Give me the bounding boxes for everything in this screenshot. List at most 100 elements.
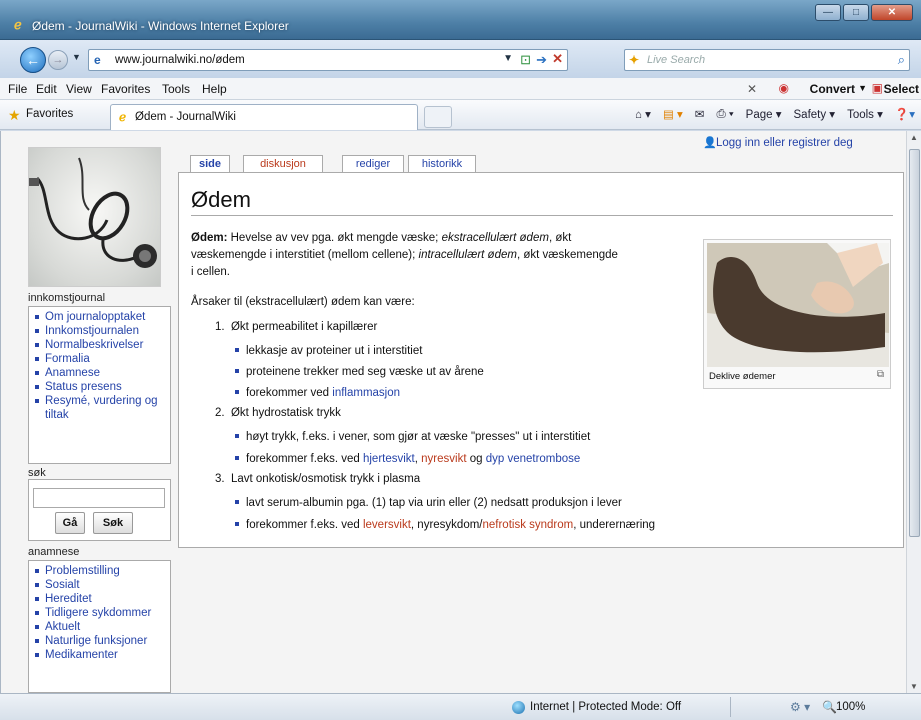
- home-icon[interactable]: ⌂ ▾: [635, 107, 651, 121]
- tab-diskusjon[interactable]: diskusjon: [243, 155, 323, 173]
- close-toolbar-icon[interactable]: ✕: [747, 82, 757, 96]
- cause-3-post: , underernæring: [573, 519, 656, 531]
- favorites-star-icon[interactable]: ★: [8, 107, 21, 124]
- safety-menu[interactable]: Safety ▾: [794, 107, 836, 121]
- edema-photo[interactable]: [707, 243, 889, 367]
- menu-tools[interactable]: Tools: [162, 82, 190, 96]
- go-button[interactable]: Gå: [55, 512, 85, 534]
- sidebar-item-tidligere-sykdommer[interactable]: Tidligere sykdommer: [35, 606, 170, 620]
- sidebar-portlet-anamnese: Problemstilling Sosialt Hereditet Tidlig…: [28, 560, 171, 693]
- zoom-level[interactable]: 100%: [836, 701, 865, 713]
- cause-3-text: Lavt onkotisk/osmotisk trykk i plasma: [230, 473, 421, 485]
- sidebar-item-resyme[interactable]: Resymé, vurdering og tiltak: [35, 394, 170, 422]
- command-bar: ⌂ ▾ ▤ ▾ ✉ ⎙ ▾ Page ▾ Safety ▾ Tools ▾ ❓▾: [635, 107, 915, 122]
- search-placeholder[interactable]: Live Search: [647, 54, 705, 66]
- feeds-icon[interactable]: ▤ ▾: [663, 107, 683, 121]
- sidebar-item-aktuelt[interactable]: Aktuelt: [35, 620, 170, 634]
- print-icon[interactable]: ⎙ ▾: [716, 108, 733, 121]
- cause-1-text: Økt permeabilitet i kapillærer: [230, 321, 378, 333]
- search-portlet: Gå Søk: [28, 479, 171, 541]
- address-bar[interactable]: e www.journalwiki.no/ødem ▼ ⊡ ➔ ✕: [88, 49, 568, 71]
- live-search-box[interactable]: ✦ Live Search ⌕: [624, 49, 910, 71]
- causes-intro: Årsaker til (ekstracellulært) ødem kan v…: [191, 296, 415, 308]
- new-tab-button[interactable]: [424, 106, 452, 128]
- forward-button[interactable]: →: [48, 50, 68, 70]
- menu-file[interactable]: File: [8, 82, 27, 96]
- back-button[interactable]: ←: [20, 47, 46, 73]
- address-url[interactable]: www.journalwiki.no/ødem: [115, 54, 245, 66]
- menu-edit[interactable]: Edit: [36, 82, 57, 96]
- login-link[interactable]: Logg inn eller registrer deg: [716, 137, 853, 149]
- link-inflammasjon[interactable]: inflammasjon: [332, 387, 400, 399]
- refresh-icon[interactable]: ➔: [536, 52, 547, 68]
- menu-help[interactable]: Help: [202, 82, 227, 96]
- minimize-button[interactable]: —: [815, 4, 841, 21]
- address-dropdown-icon[interactable]: ▼: [503, 53, 513, 64]
- convert-button[interactable]: Convert: [810, 82, 855, 96]
- maximize-button[interactable]: □: [843, 4, 869, 21]
- scrollbar-thumb[interactable]: [909, 149, 920, 537]
- cause-1-bullet-1-text: lekkasje av proteiner ut i interstitiet: [246, 345, 423, 357]
- sidebar-item-om-journalopptaket[interactable]: Om journalopptaket: [35, 310, 170, 324]
- protected-mode-icon[interactable]: ⚙ ▾: [790, 700, 810, 714]
- enlarge-icon[interactable]: ⧉: [877, 369, 884, 380]
- scroll-down-icon[interactable]: ▼: [910, 682, 918, 691]
- tab-historikk[interactable]: historikk: [408, 155, 476, 173]
- sidebar-item-normalbeskrivelser[interactable]: Normalbeskrivelser: [35, 338, 170, 352]
- security-zone[interactable]: Internet | Protected Mode: Off: [530, 701, 681, 713]
- sidebar-item-formalia[interactable]: Formalia: [35, 352, 170, 366]
- cause-3-bullet-2-text: forekommer f.eks. ved: [246, 519, 363, 531]
- convert-dropdown-icon[interactable]: ▼: [858, 83, 867, 93]
- sidebar-item-status-presens[interactable]: Status presens: [35, 380, 170, 394]
- link-nyresvikt[interactable]: nyresvikt: [421, 453, 466, 465]
- tab-title[interactable]: Ødem - JournalWiki: [135, 111, 236, 123]
- zoom-icon[interactable]: 🔍: [822, 700, 837, 714]
- stethoscope-icon: [29, 157, 157, 268]
- close-button[interactable]: ✕: [871, 4, 913, 21]
- browser-tab[interactable]: ℯ Ødem - JournalWiki: [110, 104, 418, 130]
- user-icon: 👤: [703, 137, 717, 149]
- cause-2-text: Økt hydrostatisk trykk: [230, 407, 341, 419]
- page-menu[interactable]: Page ▾: [746, 107, 782, 121]
- menu-bar: File Edit View Favorites Tools Help ✕ ◉ …: [0, 78, 921, 100]
- scroll-up-icon[interactable]: ▲: [910, 133, 918, 142]
- favorites-button[interactable]: Favorites: [26, 108, 73, 120]
- compatibility-icon[interactable]: ⊡: [520, 52, 531, 68]
- help-icon[interactable]: ❓▾: [895, 107, 915, 121]
- menu-favorites[interactable]: Favorites: [101, 82, 150, 96]
- tab-favicon-icon: ℯ: [119, 110, 127, 124]
- sidebar-item-medikamenter[interactable]: Medikamenter: [35, 648, 170, 662]
- cause-1-bullet-1: lekkasje av proteiner ut i interstitiet: [235, 345, 422, 357]
- sidebar-item-anamnese[interactable]: Anamnese: [35, 366, 170, 380]
- link-leversvikt[interactable]: leversvikt: [363, 519, 411, 531]
- sidebar-item-problemstilling[interactable]: Problemstilling: [35, 564, 170, 578]
- select-button[interactable]: Select: [884, 82, 919, 96]
- sidebar-item-innkomstjournalen[interactable]: Innkomstjournalen: [35, 324, 170, 338]
- sidebar-item-hereditet[interactable]: Hereditet: [35, 592, 170, 606]
- vertical-scrollbar[interactable]: ▲ ▼: [906, 131, 921, 693]
- sidebar-item-sosialt[interactable]: Sosialt: [35, 578, 170, 592]
- address-row: ← → ▼ e www.journalwiki.no/ødem ▼ ⊡ ➔ ✕ …: [0, 40, 921, 78]
- site-logo[interactable]: [28, 147, 161, 287]
- title-divider: [191, 215, 893, 216]
- article-content: Ødem Ødem: Hevelse av vev pga. økt mengd…: [178, 172, 904, 548]
- definition-term: Ødem:: [191, 232, 228, 244]
- recent-pages-dropdown-icon[interactable]: ▼: [72, 52, 81, 62]
- cause-2-bullet-1: høyt trykk, f.eks. i vener, som gjør at …: [235, 431, 590, 443]
- link-hjertesvikt[interactable]: hjertesvikt: [363, 453, 415, 465]
- image-thumbnail: Deklive ødemer ⧉: [703, 239, 891, 389]
- link-dyp-venetrombose[interactable]: dyp venetrombose: [486, 453, 581, 465]
- mail-icon[interactable]: ✉: [695, 107, 705, 121]
- search-button[interactable]: Søk: [93, 512, 133, 534]
- wiki-search-input[interactable]: [33, 488, 165, 508]
- stop-icon[interactable]: ✕: [552, 51, 563, 67]
- leg-edema-illustration: [707, 243, 889, 367]
- tools-menu[interactable]: Tools ▾: [847, 107, 883, 121]
- search-icon[interactable]: ⌕: [898, 52, 905, 68]
- cause-3-bullet-1-text: lavt serum-albumin pga. (1) tap via urin…: [246, 497, 622, 509]
- tab-rediger[interactable]: rediger: [342, 155, 404, 173]
- link-nefrotisk-syndrom[interactable]: nefrotisk syndrom: [482, 519, 573, 531]
- status-bar: Internet | Protected Mode: Off ⚙ ▾ 🔍 100…: [0, 693, 921, 720]
- sidebar-item-naturlige-funksjoner[interactable]: Naturlige funksjoner: [35, 634, 170, 648]
- menu-view[interactable]: View: [66, 82, 92, 96]
